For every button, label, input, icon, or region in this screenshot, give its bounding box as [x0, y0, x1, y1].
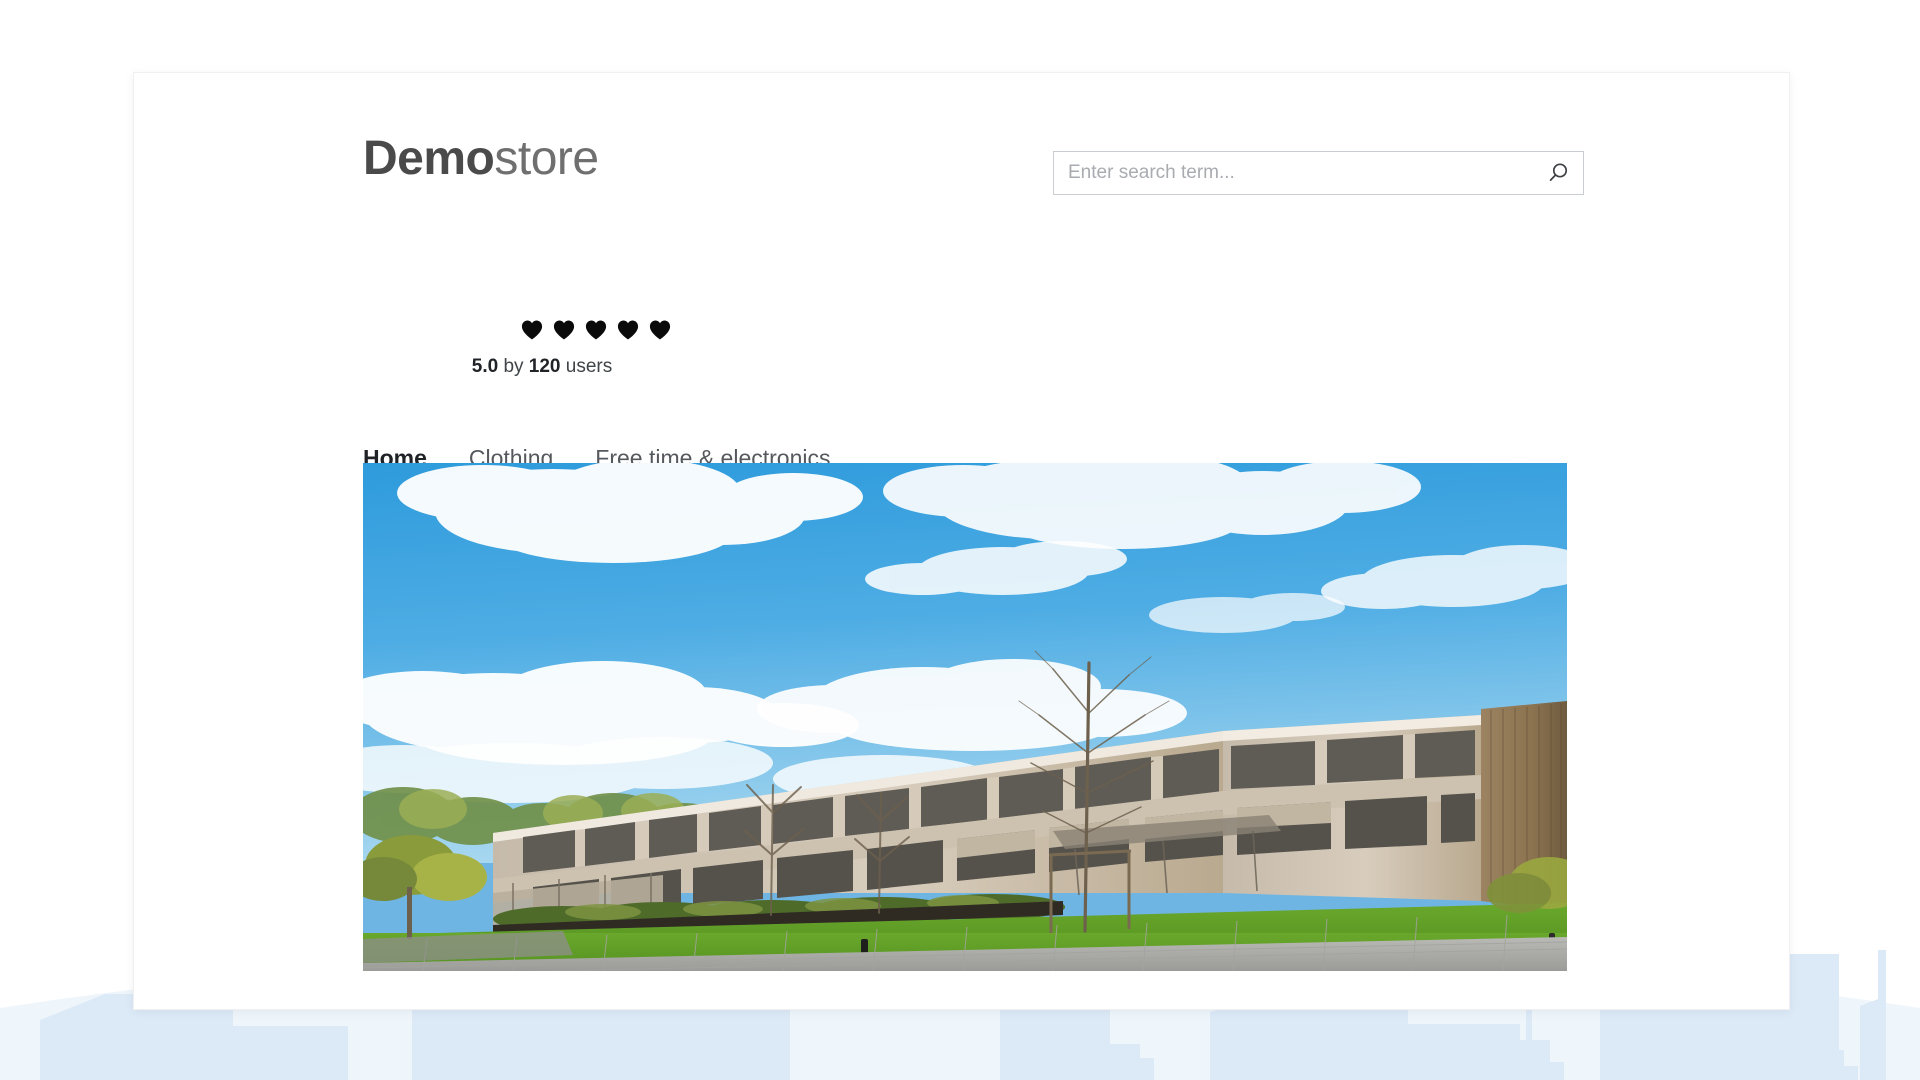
- rating-count: 120: [528, 356, 561, 377]
- logo-text-bold: Demo: [363, 132, 495, 185]
- store-rating: 5.0 by 120 users: [363, 316, 723, 378]
- storefront-card: Demostore Enter search term... 5.0 by 12…: [133, 72, 1790, 1010]
- rating-summary: 5.0 by 120 users: [363, 356, 723, 378]
- search-input[interactable]: [1054, 152, 1533, 194]
- logo-text-light: store: [494, 132, 599, 185]
- search-submit-button[interactable]: [1533, 152, 1583, 194]
- search-icon: [1549, 163, 1568, 181]
- rating-score: 5.0: [471, 356, 499, 377]
- rating-suffix: users: [560, 356, 613, 377]
- hero-banner[interactable]: [363, 463, 1567, 971]
- site-header: Demostore: [134, 73, 1789, 233]
- heart-icon: [521, 320, 543, 340]
- heart-icon: [553, 320, 575, 340]
- search-box[interactable]: [1053, 151, 1584, 195]
- heart-icon: [649, 320, 671, 340]
- heart-icon: [617, 320, 639, 340]
- hero-image: [363, 463, 1567, 971]
- rating-hearts: [363, 316, 723, 344]
- page-root: Demostore Enter search term... 5.0 by 12…: [0, 0, 1920, 1080]
- heart-icon: [585, 320, 607, 340]
- rating-connector: by: [498, 356, 529, 377]
- site-logo[interactable]: Demostore: [363, 135, 599, 183]
